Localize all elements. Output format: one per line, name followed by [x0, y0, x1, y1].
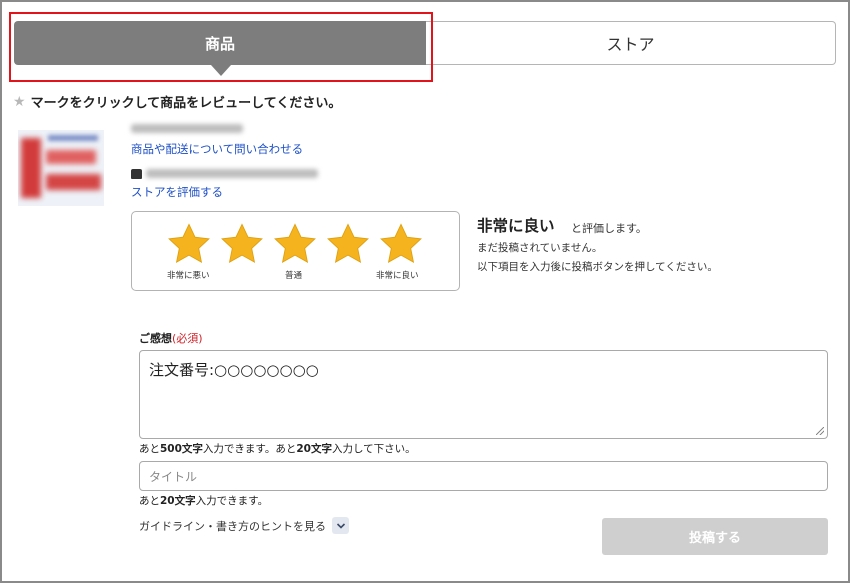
star-icon: ★	[13, 93, 26, 110]
store-icon	[131, 169, 142, 179]
star-rating-box: 非常に悪い 普通 非常に良い	[131, 211, 460, 291]
scale-label-mid: 普通	[285, 271, 303, 281]
resize-grip-icon[interactable]	[816, 427, 824, 435]
comment-text: 注文番号:○○○○○○○○	[149, 361, 319, 379]
tab-store[interactable]: ストア	[426, 21, 836, 65]
product-name-blurred	[131, 124, 243, 133]
comment-hint: あと500文字入力できます。あと20文字入力して下さい。	[139, 443, 416, 455]
star-5[interactable]	[379, 223, 423, 265]
instruction: ★ マークをクリックして商品をレビューしてください。	[13, 92, 342, 112]
comment-label-text: ご感想	[139, 332, 172, 345]
star-icon	[380, 223, 422, 263]
highlight-box	[9, 12, 433, 82]
scale-label-high: 非常に良い	[376, 271, 419, 281]
scale-label-low: 非常に悪い	[167, 271, 210, 281]
required-marker: (必須)	[172, 332, 203, 345]
star-icon	[274, 223, 316, 263]
title-hint: あと20文字入力できます。	[139, 495, 269, 507]
evaluation-note-1: まだ投稿されていません。	[477, 242, 603, 254]
star-3[interactable]	[273, 223, 317, 265]
star-2[interactable]	[220, 223, 264, 265]
comment-label: ご感想(必須)	[139, 330, 203, 346]
star-icon	[221, 223, 263, 263]
product-thumbnail[interactable]	[18, 130, 104, 206]
instruction-text: マークをクリックして商品をレビューしてください。	[30, 96, 342, 111]
submit-button[interactable]: 投稿する	[602, 518, 828, 555]
star-icon	[168, 223, 210, 263]
window-frame	[0, 0, 850, 583]
store-review-link[interactable]: ストアを評価する	[131, 184, 223, 200]
evaluation-suffix: と評価します。	[571, 222, 647, 235]
guideline-toggle[interactable]: ガイドライン・書き方のヒントを見る	[139, 517, 349, 534]
star-1[interactable]	[167, 223, 211, 265]
star-4[interactable]	[326, 223, 370, 265]
title-placeholder: タイトル	[149, 469, 198, 484]
star-icon	[327, 223, 369, 263]
evaluation-note-2: 以下項目を入力後に投稿ボタンを押してください。	[477, 261, 718, 273]
inquiry-link[interactable]: 商品や配送について問い合わせる	[131, 141, 303, 157]
title-input[interactable]: タイトル	[139, 461, 828, 491]
comment-textarea[interactable]: 注文番号:○○○○○○○○	[139, 350, 828, 439]
guideline-text: ガイドライン・書き方のヒントを見る	[139, 519, 326, 533]
evaluation-title: 非常に良い	[477, 217, 555, 235]
store-name-blurred	[146, 169, 318, 178]
chevron-down-icon[interactable]	[332, 517, 349, 534]
